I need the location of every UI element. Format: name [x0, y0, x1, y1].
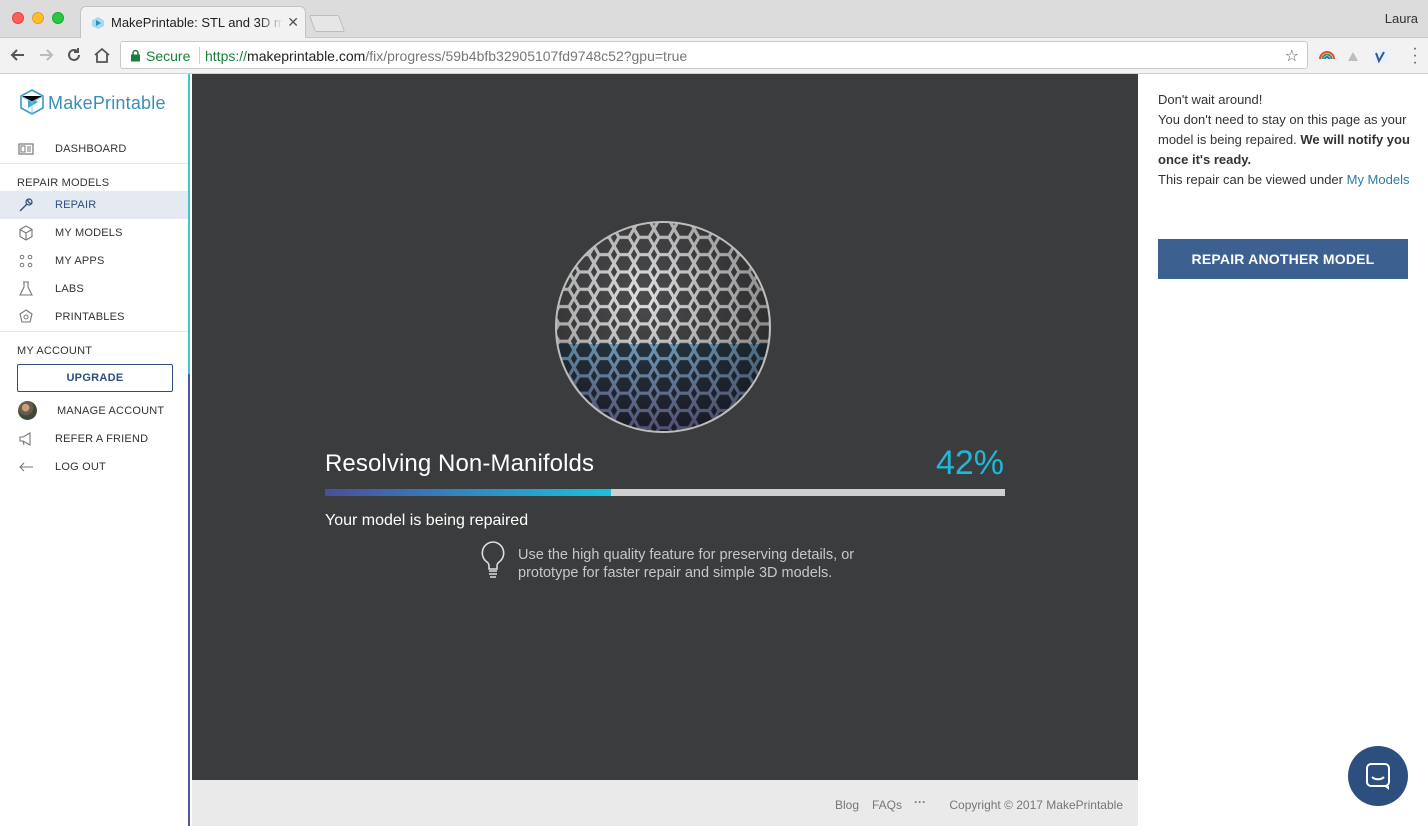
printables-icon — [19, 309, 33, 323]
browser-tab[interactable]: MakePrintable: STL and 3D model repair ✕ — [80, 6, 306, 38]
back-icon[interactable] — [8, 45, 28, 65]
reload-icon[interactable] — [64, 45, 84, 65]
chat-icon — [1366, 763, 1390, 790]
wrench-icon — [19, 198, 33, 212]
address-bar[interactable]: Secure https://makeprintable.com/fix/pro… — [120, 41, 1308, 69]
footer-faqs-link[interactable]: FAQs — [872, 798, 902, 812]
sidebar-item-refer[interactable]: REFER A FRIEND — [0, 425, 188, 453]
progress-percent: 42% — [935, 444, 1004, 482]
repair-models-section-title: REPAIR MODELS — [17, 177, 110, 189]
footer-blog-link[interactable]: Blog — [835, 798, 859, 812]
address-divider — [199, 47, 200, 64]
info-notify-text: You don't need to stay on this page as y… — [1158, 110, 1414, 170]
sidebar-divider — [0, 163, 188, 164]
sidebar-item-printables[interactable]: PRINTABLES — [0, 303, 188, 331]
cube-icon — [19, 225, 33, 241]
my-models-link[interactable]: My Models — [1347, 172, 1410, 187]
forward-icon[interactable] — [36, 45, 56, 65]
progress-subtitle: Your model is being repaired — [325, 512, 529, 529]
info-panel: Don't wait around! You don't need to sta… — [1158, 90, 1414, 190]
model-preview — [555, 221, 771, 433]
window-maximize-button[interactable] — [52, 12, 64, 24]
sidebar-item-label: REFER A FRIEND — [55, 433, 149, 445]
info-text: This repair can be viewed under — [1158, 172, 1347, 187]
new-tab-button[interactable] — [308, 15, 346, 32]
sidebar-item-dashboard[interactable]: DASHBOARD — [0, 135, 188, 163]
repair-tip: Use the high quality feature for preserv… — [518, 547, 855, 581]
drive-extension-icon[interactable] — [1344, 47, 1362, 65]
window-close-button[interactable] — [12, 12, 24, 24]
window-minimize-button[interactable] — [32, 12, 44, 24]
logout-arrow-icon — [19, 462, 33, 472]
sidebar-item-label: MANAGE ACCOUNT — [57, 405, 165, 417]
logo-icon — [20, 89, 44, 115]
progress-step-title: Resolving Non-Manifolds — [325, 450, 595, 477]
upgrade-button[interactable]: UPGRADE — [17, 364, 173, 392]
secure-label: Secure — [146, 48, 191, 64]
sidebar-item-my-models[interactable]: MY MODELS — [0, 219, 188, 247]
sidebar-item-label: DASHBOARD — [55, 143, 127, 155]
sidebar-item-label: LABS — [55, 283, 84, 295]
apps-icon — [19, 254, 33, 268]
avatar — [18, 401, 37, 420]
sidebar-item-label: PRINTABLES — [55, 311, 125, 323]
tab-title: MakePrintable: STL and 3D model repair — [111, 15, 283, 30]
footer-more-icon[interactable]: ··· — [914, 795, 926, 809]
browser-tab-bar: MakePrintable: STL and 3D model repair ✕… — [0, 0, 1428, 38]
url-scheme: https:// — [205, 48, 248, 64]
url-host: makeprintable.com — [247, 48, 366, 64]
browser-toolbar: Secure https://makeprintable.com/fix/pro… — [0, 38, 1428, 74]
sidebar-item-label: LOG OUT — [55, 461, 106, 473]
sidebar-item-my-apps[interactable]: MY APPS — [0, 247, 188, 275]
footer-copyright: Copyright © 2017 MakePrintable — [949, 798, 1123, 812]
sidebar-item-label: MY APPS — [55, 255, 105, 267]
makeprintable-favicon-icon — [92, 17, 104, 29]
logo-text: MakePrintable — [48, 93, 166, 113]
repair-another-model-button[interactable]: REPAIR ANOTHER MODEL — [1158, 239, 1408, 279]
home-icon[interactable] — [92, 45, 112, 65]
extension-rainbow-icon[interactable] — [1318, 47, 1336, 65]
url-path: /fix/progress/59b4bfb32905107fd9748c52?g… — [365, 48, 688, 64]
repair-progress-stage: Resolving Non-Manifolds 42% Your model i… — [192, 74, 1138, 780]
progress-bar-fill — [325, 489, 611, 496]
sidebar-item-repair[interactable]: REPAIR — [0, 191, 188, 219]
page-footer: Blog FAQs ··· Copyright © 2017 MakePrint… — [192, 780, 1138, 826]
sidebar-item-labs[interactable]: LABS — [0, 275, 188, 303]
profile-name[interactable]: Laura — [1385, 11, 1418, 26]
megaphone-icon — [19, 432, 31, 446]
sidebar-item-label: MY MODELS — [55, 227, 123, 239]
vimeo-extension-icon[interactable] — [1372, 47, 1390, 65]
dashboard-icon — [18, 143, 34, 155]
sidebar-divider — [0, 331, 188, 332]
tab-close-icon[interactable]: ✕ — [287, 14, 299, 31]
sidebar: MakePrintable DASHBOARD REPAIR MODELS RE… — [0, 74, 190, 826]
url-text: https://makeprintable.com/fix/progress/5… — [205, 48, 687, 64]
my-account-section-title: MY ACCOUNT — [17, 345, 93, 357]
lightbulb-icon — [481, 541, 505, 578]
flask-icon — [19, 281, 33, 296]
makeprintable-logo[interactable]: MakePrintable — [18, 88, 165, 118]
progress-bar — [325, 489, 1005, 496]
sidebar-item-manage-account[interactable]: MANAGE ACCOUNT — [0, 397, 188, 425]
browser-menu-icon[interactable]: · · · — [1412, 41, 1418, 71]
bookmark-star-icon[interactable]: ☆ — [1285, 46, 1299, 66]
info-headline: Don't wait around! — [1158, 92, 1263, 107]
chat-launcher-button[interactable] — [1348, 746, 1408, 806]
sidebar-item-label: REPAIR — [55, 199, 97, 211]
sidebar-item-logout[interactable]: LOG OUT — [0, 453, 188, 481]
info-location-text: This repair can be viewed under My Model… — [1158, 170, 1414, 190]
lock-icon — [131, 49, 140, 62]
